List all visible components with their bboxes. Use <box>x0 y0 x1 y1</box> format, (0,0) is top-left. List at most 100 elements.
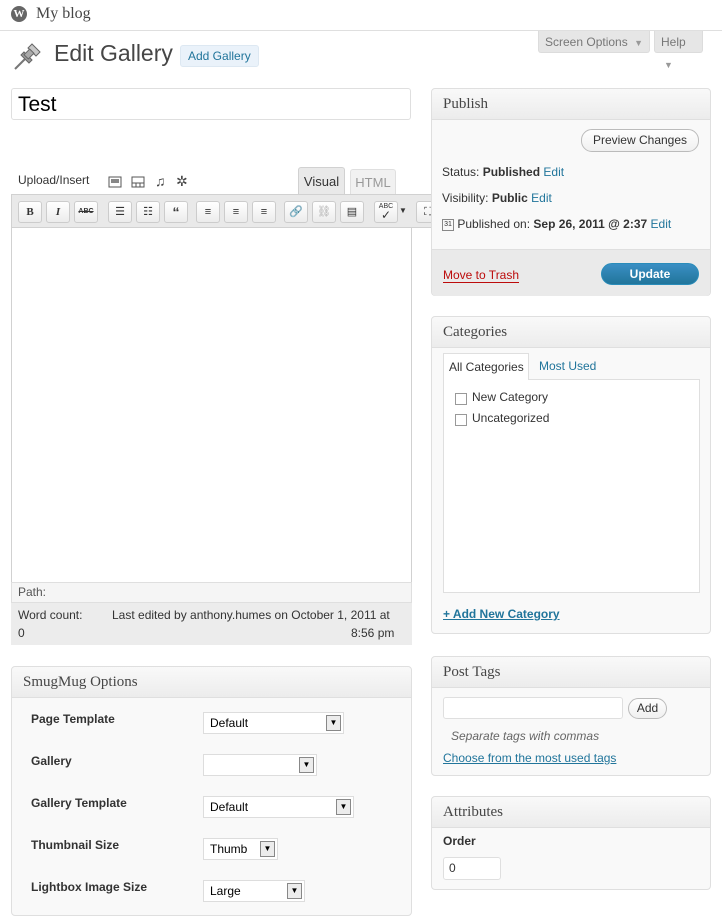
thumbnail-size-label: Thumbnail Size <box>31 838 120 852</box>
align-right-icon[interactable]: ≡ <box>252 201 276 223</box>
blockquote-icon[interactable]: “ <box>164 201 188 223</box>
insert-more-icon[interactable]: ▤ <box>340 201 364 223</box>
strikethrough-icon[interactable]: ABC <box>74 201 98 223</box>
categories-heading: Categories <box>432 317 710 348</box>
align-left-icon[interactable]: ≡ <box>196 201 220 223</box>
unlink-icon[interactable]: ⛓ <box>312 201 336 223</box>
chevron-down-icon: ▼ <box>326 715 341 731</box>
update-button[interactable]: Update <box>601 263 699 285</box>
path-label: Path: <box>18 585 47 599</box>
chevron-down-icon: ▼ <box>260 841 275 857</box>
category-checkbox[interactable] <box>455 393 467 405</box>
category-item[interactable]: New Category <box>455 390 549 405</box>
visibility-label: Visibility: <box>442 191 489 205</box>
categories-box: Categories All Categories Most Used New … <box>431 316 711 634</box>
order-label: Order <box>443 834 476 848</box>
add-new-category-link[interactable]: + Add New Category <box>443 607 560 621</box>
tab-visual[interactable]: Visual <box>298 167 345 195</box>
page-template-label: Page Template <box>31 712 115 726</box>
word-count-value: 0 <box>18 626 25 640</box>
published-label: Published on: <box>457 217 531 231</box>
published-value: Sep 26, 2011 @ 2:37 <box>533 217 648 231</box>
word-count-label: Word count: <box>18 608 83 622</box>
preview-changes-button[interactable]: Preview Changes <box>581 129 699 152</box>
gallery-select[interactable]: ▼ <box>203 754 317 776</box>
align-center-icon[interactable]: ≡ <box>224 201 248 223</box>
italic-icon[interactable]: I <box>46 201 70 223</box>
add-tag-button[interactable]: Add <box>628 698 667 719</box>
move-to-trash-link[interactable]: Move to Trash <box>443 268 520 283</box>
attributes-box: Attributes Order 0 <box>431 796 711 890</box>
help-label: Help <box>661 35 686 49</box>
publish-actions: Move to Trash Update <box>432 249 710 296</box>
add-audio-icon[interactable]: ♫ <box>155 173 166 189</box>
spellcheck-icon[interactable]: ABC ✓ <box>374 201 398 223</box>
edit-visibility-link[interactable]: Edit <box>531 191 552 205</box>
help-tab[interactable]: Help ▼ <box>654 31 703 70</box>
tag-input[interactable] <box>443 697 623 719</box>
gallery-template-select[interactable]: Default ▼ <box>203 796 354 818</box>
published-row: 31 Published on: Sep 26, 2011 @ 2:37 Edi… <box>442 217 671 231</box>
smugmug-options-box: SmugMug Options Page Template Default ▼ … <box>11 666 412 916</box>
category-item[interactable]: Uncategorized <box>455 411 550 426</box>
chevron-down-icon: ▼ <box>336 799 351 815</box>
smugmug-options-heading: SmugMug Options <box>12 667 411 698</box>
tags-hint: Separate tags with commas <box>451 729 600 743</box>
status-row: Status: Published Edit <box>442 165 564 179</box>
tab-all-categories[interactable]: All Categories <box>443 353 529 380</box>
screen-options-tab[interactable]: Screen Options ▼ <box>538 31 650 53</box>
screen-options-label: Screen Options <box>545 35 628 49</box>
page-title: Edit Gallery <box>54 40 173 66</box>
post-tags-box: Post Tags Add Separate tags with commas … <box>431 656 711 776</box>
lightbox-size-label: Lightbox Image Size <box>31 880 148 894</box>
numbered-list-icon[interactable]: ☷ <box>136 201 160 223</box>
add-media-icon[interactable]: ✲ <box>176 173 188 190</box>
lightbox-size-select[interactable]: Large ▼ <box>203 880 305 902</box>
add-gallery-button[interactable]: Add Gallery <box>180 45 259 67</box>
lightbox-size-value: Large <box>210 884 241 898</box>
tab-most-used[interactable]: Most Used <box>539 359 596 373</box>
editor-content-area[interactable] <box>11 228 412 582</box>
visibility-row: Visibility: Public Edit <box>442 191 552 205</box>
category-checklist: New Category Uncategorized <box>443 379 700 593</box>
chevron-down-icon: ▼ <box>634 38 643 48</box>
gallery-label: Gallery <box>31 754 72 768</box>
add-video-icon[interactable] <box>131 176 145 188</box>
bold-icon[interactable]: B <box>18 201 42 223</box>
status-value: Published <box>482 165 541 179</box>
thumbnail-size-select[interactable]: Thumb ▼ <box>203 838 278 860</box>
order-input[interactable]: 0 <box>443 857 501 880</box>
last-edited-text: Last edited by anthony.humes on October … <box>112 608 390 622</box>
category-checkbox[interactable] <box>455 414 467 426</box>
tab-html[interactable]: HTML <box>350 169 396 195</box>
insert-link-icon[interactable]: 🔗 <box>284 201 308 223</box>
status-label: Status: <box>442 165 480 179</box>
editor-path-bar: Path: <box>11 582 412 603</box>
bullet-list-icon[interactable]: ☰ <box>108 201 132 223</box>
editor-toolbar: B I ABC ☰ ☷ “ ≡ ≡ ≡ 🔗 ⛓ ▤ ABC ✓ ▼ ⛶ <box>11 194 440 228</box>
pushpin-icon <box>14 43 41 70</box>
attributes-heading: Attributes <box>432 797 710 828</box>
thumbnail-size-value: Thumb <box>210 842 248 856</box>
category-label: Uncategorized <box>472 411 550 425</box>
calendar-icon: 31 <box>442 218 454 231</box>
page-template-select[interactable]: Default ▼ <box>203 712 344 734</box>
visibility-value: Public <box>491 191 528 205</box>
site-name-link[interactable]: My blog <box>36 5 91 23</box>
gallery-template-label: Gallery Template <box>31 796 127 810</box>
category-label: New Category <box>472 390 549 404</box>
choose-most-used-tags-link[interactable]: Choose from the most used tags <box>443 751 616 765</box>
word-count-bar: Word count: 0 Last edited by anthony.hum… <box>11 603 412 645</box>
last-edited-time: 8:56 pm <box>351 626 395 640</box>
post-title-input[interactable]: Test <box>11 88 411 120</box>
publish-heading: Publish <box>432 89 710 120</box>
edit-date-link[interactable]: Edit <box>651 217 672 231</box>
spellcheck-dropdown-icon[interactable]: ▼ <box>399 206 407 215</box>
edit-status-link[interactable]: Edit <box>543 165 564 179</box>
post-tags-heading: Post Tags <box>432 657 710 688</box>
wordpress-logo-icon[interactable]: W <box>11 6 27 22</box>
page-template-value: Default <box>210 716 249 730</box>
publish-box: Publish Preview Changes Status: Publishe… <box>431 88 711 296</box>
gallery-template-value: Default <box>210 800 249 814</box>
add-image-icon[interactable] <box>108 176 122 188</box>
